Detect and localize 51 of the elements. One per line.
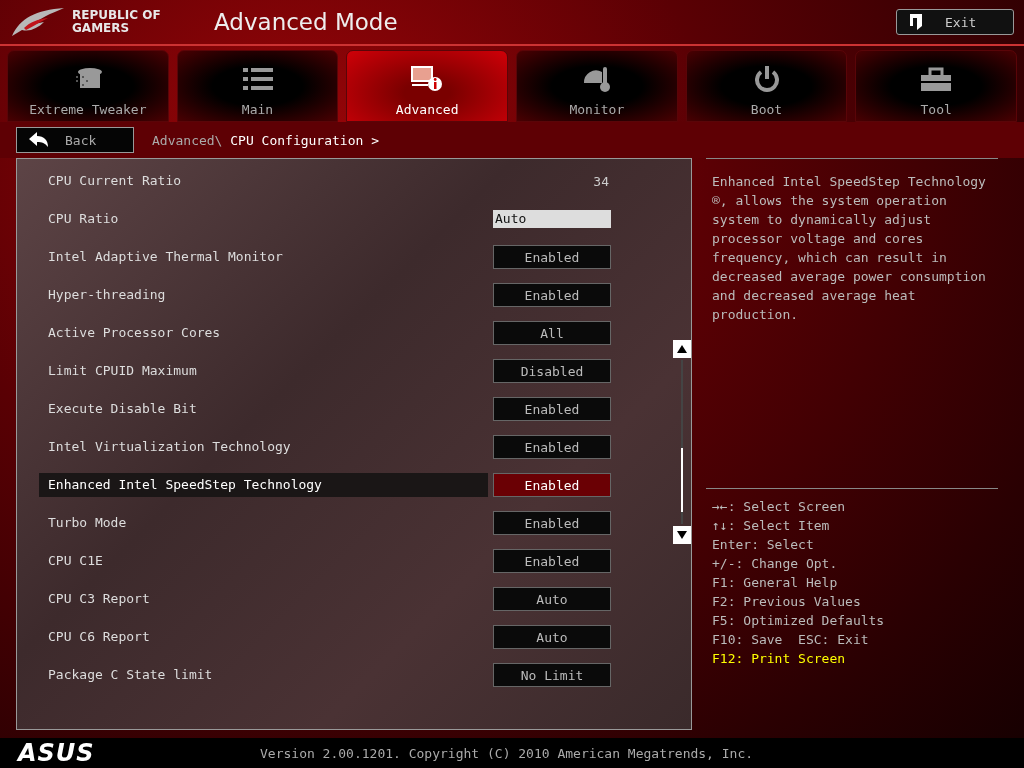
setting-value: 34	[592, 173, 610, 189]
setting-label[interactable]: Active Processor Cores	[39, 321, 488, 345]
breadcrumb: Advanced\ CPU Configuration >	[152, 132, 379, 148]
window-title: Advanced Mode	[213, 9, 399, 35]
option-button[interactable]: Enabled	[493, 511, 611, 535]
version-text: Version 2.00.1201. Copyright (C) 2010 American Megatrends, Inc.	[260, 745, 754, 761]
key-hint: ↑↓: Select Item	[712, 517, 831, 535]
option-button[interactable]: Enabled	[493, 283, 611, 307]
tab[interactable]: Advanced	[346, 50, 508, 122]
setting-label[interactable]: CPU Current Ratio	[39, 169, 488, 193]
setting-label[interactable]: Execute Disable Bit	[39, 397, 488, 421]
ratio-input-field[interactable]: Auto	[493, 210, 611, 228]
option-button[interactable]: Disabled	[493, 359, 611, 383]
setting-label[interactable]: CPU C3 Report	[39, 587, 488, 611]
setting-label[interactable]: Package C State limit	[39, 663, 488, 687]
setting-label[interactable]: Enhanced Intel SpeedStep Technology	[39, 473, 488, 497]
option-button[interactable]: Enabled	[493, 397, 611, 421]
key-hint: F10: Save ESC: Exit	[712, 631, 870, 649]
key-hint: F12: Print Screen	[712, 650, 847, 668]
tab[interactable]: Boot	[685, 50, 848, 122]
brand-logo: ASUS	[18, 739, 96, 767]
option-button[interactable]: Auto	[493, 587, 611, 611]
key-hint: F5: Optimized Defaults	[712, 612, 886, 630]
tab[interactable]: Monitor	[516, 50, 678, 122]
setting-label[interactable]: Intel Adaptive Thermal Monitor	[39, 245, 488, 269]
setting-label[interactable]: Hyper-threading	[39, 283, 488, 307]
option-button[interactable]: Enabled	[493, 473, 611, 497]
setting-label[interactable]: CPU C1E	[39, 549, 488, 573]
key-hint: Enter: Select	[712, 536, 815, 554]
exit-button[interactable]: Exit	[896, 9, 1014, 35]
setting-label[interactable]: Limit CPUID Maximum	[39, 359, 488, 383]
setting-label[interactable]: CPU Ratio	[39, 207, 488, 231]
option-button[interactable]: No Limit	[493, 663, 611, 687]
option-button[interactable]: All	[493, 321, 611, 345]
key-hint: →←: Select Screen	[712, 498, 847, 516]
option-button[interactable]: Enabled	[493, 549, 611, 573]
setting-label[interactable]: CPU C6 Report	[39, 625, 488, 649]
option-button[interactable]: Enabled	[493, 435, 611, 459]
tab[interactable]: Tool	[855, 50, 1018, 122]
key-hint: F1: General Help	[712, 574, 839, 592]
brand-logo-text: REPUBLIC OF GAMERS	[72, 9, 161, 35]
help-description: Enhanced Intel SpeedStep Technology ®, allows the system operation system to dynamically adjust processor voltage and cores frequency, which can result in decreased average power consumption and decreased average heat production.	[706, 158, 998, 324]
back-button[interactable]: Back	[16, 127, 134, 153]
key-hint: F2: Previous Values	[712, 593, 862, 611]
tab[interactable]: Main	[176, 50, 339, 122]
tab[interactable]: Extreme Tweaker	[7, 50, 169, 122]
option-button[interactable]: Enabled	[493, 245, 611, 269]
setting-label[interactable]: Turbo Mode	[39, 511, 488, 535]
setting-label[interactable]: Intel Virtualization Technology	[39, 435, 488, 459]
key-hint: +/-: Change Opt.	[712, 555, 839, 573]
option-button[interactable]: Auto	[493, 625, 611, 649]
